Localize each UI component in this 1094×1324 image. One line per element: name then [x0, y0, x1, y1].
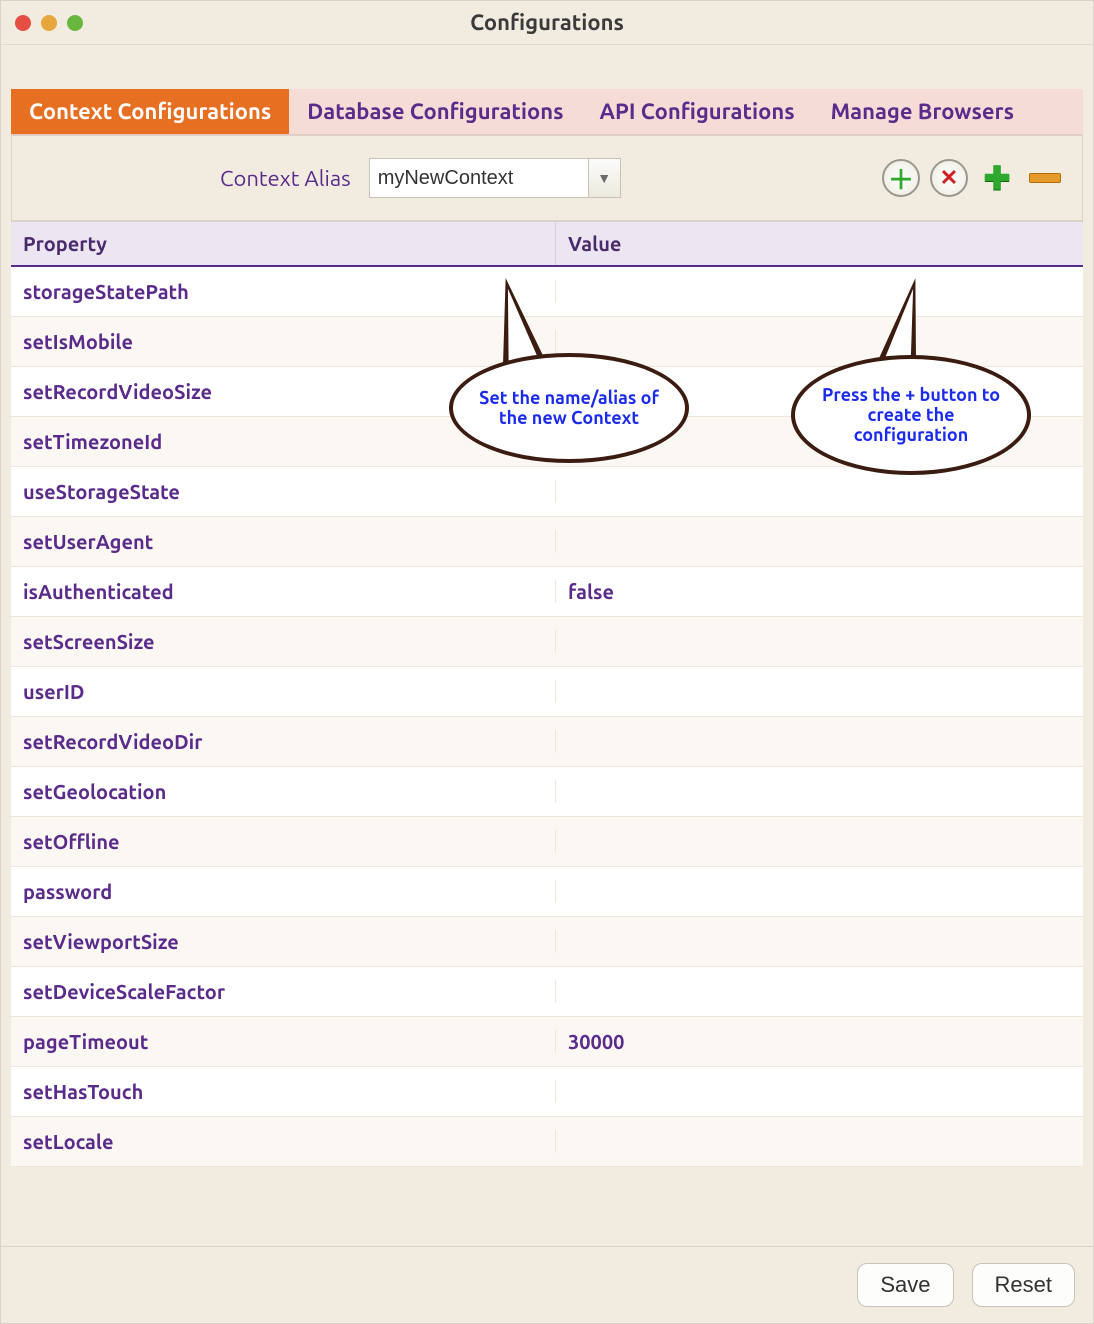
- titlebar: Configurations: [1, 1, 1093, 45]
- cell-property[interactable]: setScreenSize: [11, 630, 556, 653]
- cell-property[interactable]: setDeviceScaleFactor: [11, 980, 556, 1003]
- add-row-button[interactable]: ✚: [978, 159, 1016, 197]
- minimize-window-icon[interactable]: [41, 15, 57, 31]
- minus-icon: [1029, 173, 1061, 183]
- cell-property[interactable]: pageTimeout: [11, 1030, 556, 1053]
- configurations-window: Configurations Context Configurations Da…: [0, 0, 1094, 1324]
- table-row[interactable]: setScreenSize: [11, 617, 1083, 667]
- plus-square-icon: ✚: [984, 159, 1011, 197]
- table-header: Property Value: [11, 222, 1083, 267]
- table-row[interactable]: setDeviceScaleFactor: [11, 967, 1083, 1017]
- window-body: Context Configurations Database Configur…: [1, 45, 1093, 1323]
- cell-property[interactable]: storageStatePath: [11, 280, 556, 303]
- plus-icon: ＋: [888, 160, 914, 197]
- table-row[interactable]: isAuthenticatedfalse: [11, 567, 1083, 617]
- tab-database-configurations[interactable]: Database Configurations: [289, 89, 581, 134]
- table-row[interactable]: setOffline: [11, 817, 1083, 867]
- cell-property[interactable]: setHasTouch: [11, 1080, 556, 1103]
- callout-alias: Set the name/alias of the new Context: [449, 353, 689, 463]
- cell-property[interactable]: setGeolocation: [11, 780, 556, 803]
- cell-property[interactable]: isAuthenticated: [11, 580, 556, 603]
- cell-value[interactable]: false: [556, 580, 1083, 603]
- tabbar: Context Configurations Database Configur…: [11, 89, 1083, 135]
- x-icon: ✕: [940, 165, 958, 191]
- reset-button[interactable]: Reset: [972, 1263, 1075, 1307]
- table-row[interactable]: pageTimeout30000: [11, 1017, 1083, 1067]
- cell-property[interactable]: userID: [11, 680, 556, 703]
- context-alias-combo: ▼: [369, 158, 621, 198]
- cell-property[interactable]: setIsMobile: [11, 330, 556, 353]
- context-alias-dropdown-icon[interactable]: ▼: [589, 158, 621, 198]
- header-value[interactable]: Value: [556, 222, 1083, 265]
- add-configuration-button[interactable]: ＋: [882, 159, 920, 197]
- table-row[interactable]: setViewportSize: [11, 917, 1083, 967]
- callout-plus: Press the + button to create the configu…: [791, 355, 1031, 475]
- table-row[interactable]: setGeolocation: [11, 767, 1083, 817]
- window-controls: [15, 15, 83, 31]
- table-row[interactable]: setRecordVideoDir: [11, 717, 1083, 767]
- save-button[interactable]: Save: [857, 1263, 953, 1307]
- tab-api-configurations[interactable]: API Configurations: [582, 89, 813, 134]
- table-row[interactable]: setHasTouch: [11, 1067, 1083, 1117]
- cell-property[interactable]: setUserAgent: [11, 530, 556, 553]
- tab-context-configurations[interactable]: Context Configurations: [11, 89, 289, 134]
- delete-configuration-button[interactable]: ✕: [930, 159, 968, 197]
- close-window-icon[interactable]: [15, 15, 31, 31]
- cell-property[interactable]: setOffline: [11, 830, 556, 853]
- remove-row-button[interactable]: [1026, 159, 1064, 197]
- window-title: Configurations: [13, 10, 1081, 35]
- table-row[interactable]: userID: [11, 667, 1083, 717]
- footer: Save Reset: [1, 1246, 1093, 1323]
- cell-value[interactable]: 30000: [556, 1030, 1083, 1053]
- cell-property[interactable]: password: [11, 880, 556, 903]
- table-row[interactable]: setUserAgent: [11, 517, 1083, 567]
- tab-manage-browsers[interactable]: Manage Browsers: [813, 89, 1032, 134]
- context-toolbar: Context Alias ▼ ＋ ✕ ✚: [11, 135, 1083, 221]
- cell-property[interactable]: useStorageState: [11, 480, 556, 503]
- cell-property[interactable]: setViewportSize: [11, 930, 556, 953]
- context-alias-label: Context Alias: [220, 166, 351, 191]
- header-property[interactable]: Property: [11, 222, 556, 265]
- cell-property[interactable]: setRecordVideoDir: [11, 730, 556, 753]
- context-alias-input[interactable]: [369, 158, 589, 198]
- table-row[interactable]: setLocale: [11, 1117, 1083, 1167]
- cell-property[interactable]: setLocale: [11, 1130, 556, 1153]
- table-row[interactable]: password: [11, 867, 1083, 917]
- maximize-window-icon[interactable]: [67, 15, 83, 31]
